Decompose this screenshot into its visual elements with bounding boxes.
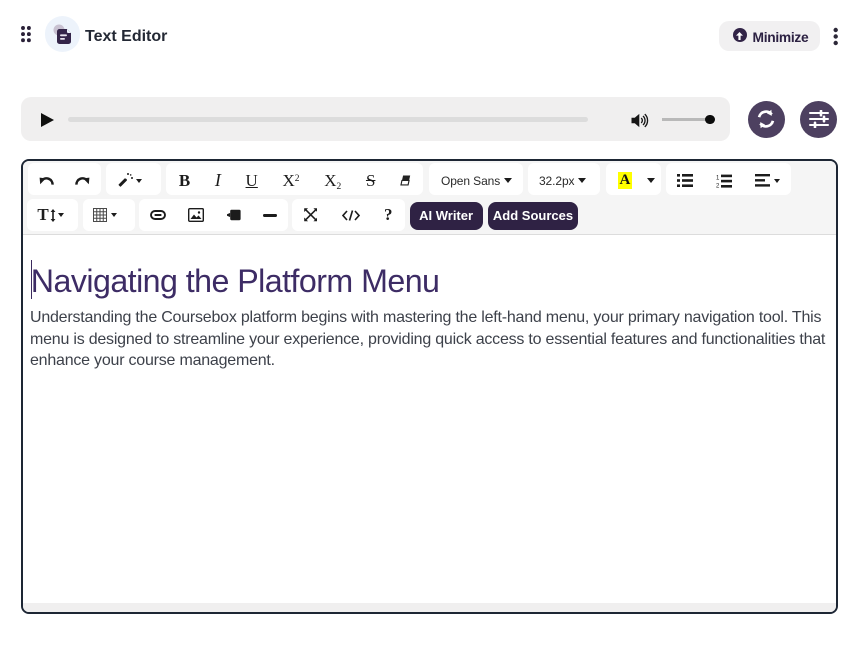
- svg-text:2: 2: [716, 183, 720, 188]
- svg-text:1: 1: [716, 175, 720, 181]
